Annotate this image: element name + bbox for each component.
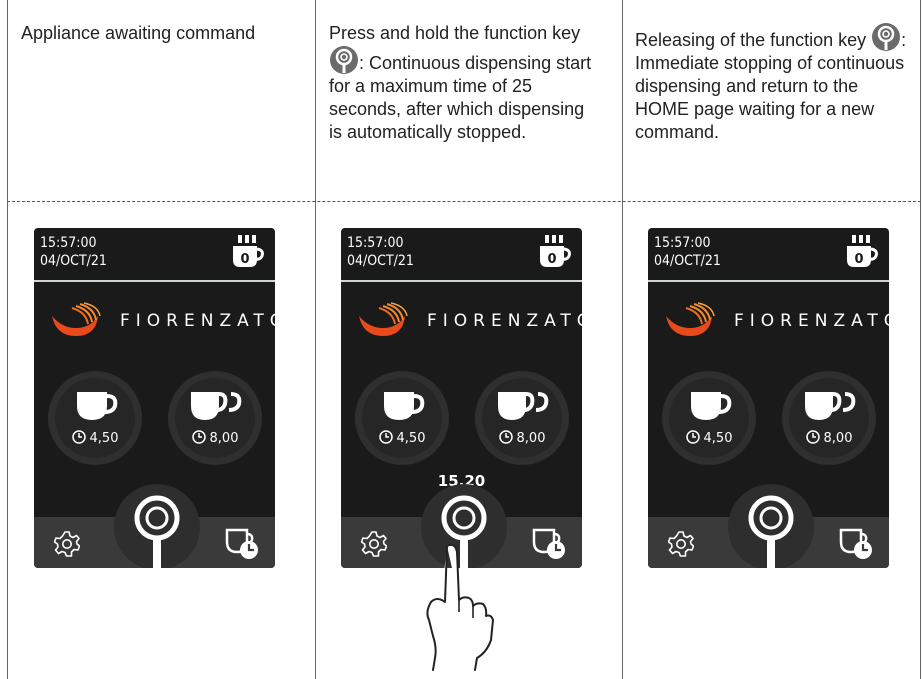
- settings-gear-icon[interactable]: [361, 531, 387, 557]
- cup-counter-icon: 0: [847, 235, 878, 267]
- timed-cup-icon[interactable]: [839, 528, 873, 560]
- timed-cup-icon[interactable]: [225, 528, 259, 560]
- single-cup-icon: [384, 392, 425, 420]
- fiorenzato-logo-icon: [52, 302, 101, 336]
- machine-screen-awaiting: 15:57:00 04/OCT/21 0 FIORENZATO 4,50 8,0: [34, 228, 275, 568]
- clock-icon: [378, 430, 393, 444]
- double-dose-button[interactable]: 8,00: [482, 378, 562, 458]
- timed-cup-icon[interactable]: [532, 528, 566, 560]
- column-3-description: Releasing of the function key : Immediat…: [635, 22, 915, 144]
- column-2-description: Press and hold the function key : Contin…: [329, 23, 592, 142]
- single-cup-icon: [77, 392, 118, 420]
- table-border-right: [920, 0, 921, 679]
- portafilter-key-icon: [330, 46, 358, 74]
- portafilter-key-icon: [872, 23, 901, 51]
- clock-icon: [805, 430, 820, 444]
- datetime-display: 15:57:00 04/OCT/21: [654, 235, 721, 269]
- machine-screen-dispensing: 15:57:00 04/OCT/21 0 FIORENZATO 4,50 8,0: [341, 228, 582, 568]
- single-dose-button[interactable]: 4,50: [55, 378, 135, 458]
- double-cup-icon: [191, 392, 242, 420]
- datetime-display: 15:57:00 04/OCT/21: [347, 235, 414, 269]
- clock-icon: [191, 430, 206, 444]
- header-divider: [648, 280, 889, 282]
- double-dose-button[interactable]: 8,00: [789, 378, 869, 458]
- header-divider: [341, 280, 582, 282]
- machine-screen-home: 15:57:00 04/OCT/21 0 FIORENZATO 4,50 8,0: [648, 228, 889, 568]
- portafilter-icon: [134, 495, 180, 568]
- fiorenzato-logo-icon: [666, 302, 715, 336]
- settings-gear-icon[interactable]: [668, 531, 694, 557]
- column-divider-2: [622, 0, 623, 679]
- datetime-display: 15:57:00 04/OCT/21: [40, 235, 107, 269]
- single-dose-button[interactable]: 4,50: [362, 378, 442, 458]
- single-dose-button[interactable]: 4,50: [669, 378, 749, 458]
- continuous-dispense-key[interactable]: [114, 484, 200, 568]
- column-divider-1: [315, 0, 316, 679]
- double-cup-icon: [498, 392, 549, 420]
- clock-icon: [498, 430, 513, 444]
- brand-name: FIORENZATO: [120, 311, 275, 331]
- column-1-description: Appliance awaiting command: [21, 23, 256, 43]
- single-cup-icon: [691, 392, 732, 420]
- svg-text:0: 0: [547, 252, 556, 267]
- continuous-dispense-key[interactable]: [728, 484, 814, 568]
- clock-icon: [71, 430, 86, 444]
- fiorenzato-logo-icon: [359, 302, 408, 336]
- svg-text:0: 0: [854, 252, 863, 267]
- portafilter-icon: [748, 495, 794, 568]
- brand-name: FIORENZATO: [734, 311, 889, 331]
- cup-counter-icon: 0: [540, 235, 571, 267]
- brand-name: FIORENZATO: [427, 311, 582, 331]
- svg-text:0: 0: [240, 252, 249, 267]
- settings-gear-icon[interactable]: [54, 531, 80, 557]
- double-dose-button[interactable]: 8,00: [175, 378, 255, 458]
- pressing-finger-icon: [426, 543, 494, 671]
- cup-counter-icon: 0: [233, 235, 264, 267]
- header-divider: [34, 280, 275, 282]
- row-divider: [7, 201, 921, 202]
- double-cup-icon: [805, 392, 856, 420]
- table-border-left: [7, 0, 8, 679]
- clock-icon: [685, 430, 700, 444]
